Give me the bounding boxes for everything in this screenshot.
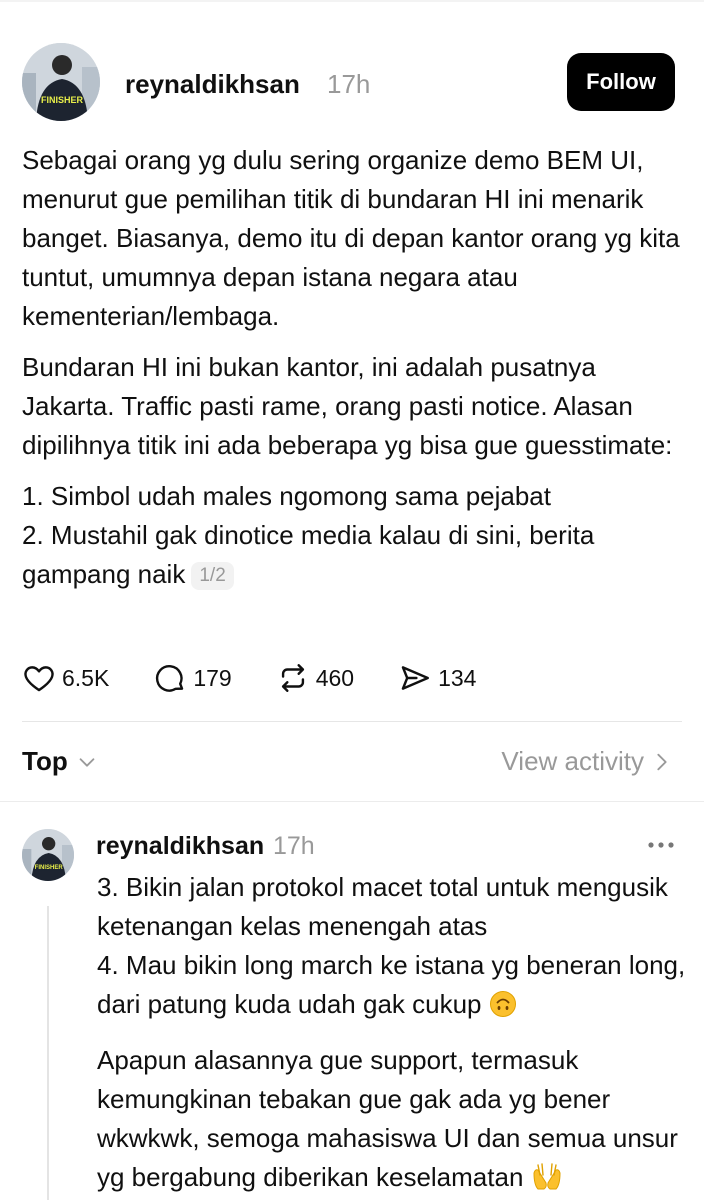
- post-header: FINISHER reynaldikhsan 17h Follow: [22, 43, 682, 121]
- list-item-2-text: 2. Mustahil gak dinotice media kalau di …: [22, 520, 595, 589]
- reply-username[interactable]: reynaldikhsan: [96, 832, 264, 861]
- divider: [22, 721, 682, 722]
- share-icon: [401, 666, 430, 690]
- avatar[interactable]: FINISHER: [22, 43, 100, 121]
- repost-button[interactable]: 460: [276, 661, 354, 695]
- view-activity-link[interactable]: View activity: [501, 746, 672, 777]
- page-indicator: 1/2: [191, 562, 234, 590]
- like-button[interactable]: 6.5K: [22, 661, 109, 695]
- post-time: 17h: [327, 69, 371, 99]
- reply-list: 3. Bikin jalan protokol macet total untu…: [97, 868, 687, 1029]
- avatar-badge-text: FINISHER: [41, 95, 84, 105]
- share-button[interactable]: 134: [398, 661, 476, 695]
- post-paragraph-1: Sebagai orang yg dulu sering organize de…: [22, 145, 680, 331]
- upside-down-face-icon: [489, 990, 517, 1029]
- palms-up-together-icon: [531, 1163, 563, 1200]
- repost-count: 460: [315, 664, 355, 691]
- post-body: Sebagai orang yg dulu sering organize de…: [22, 141, 682, 594]
- comment-count: 179: [193, 664, 232, 691]
- like-count: 6.5K: [62, 664, 110, 691]
- chevron-right-icon: [657, 753, 667, 770]
- post-list: 1. Simbol udah males ngomong sama pejaba…: [22, 477, 682, 594]
- avatar-image: FINISHER: [22, 829, 74, 881]
- list-item-2: 2. Mustahil gak dinotice media kalau di …: [22, 516, 682, 594]
- reply-avatar[interactable]: FINISHER: [22, 829, 74, 881]
- top-edge: [0, 0, 704, 2]
- more-options-button[interactable]: [646, 833, 676, 857]
- thread-line: [47, 906, 49, 1200]
- comment-button[interactable]: 179: [153, 661, 232, 695]
- divider: [0, 801, 704, 802]
- avatar-badge-text: FINISHER: [35, 865, 64, 871]
- reply-body: 3. Bikin jalan protokol macet total untu…: [97, 868, 687, 1200]
- more-icon: [648, 842, 674, 848]
- reply-paragraph-text: Apapun alasannya gue support, termasuk k…: [97, 1045, 678, 1192]
- username[interactable]: reynaldikhsan: [125, 69, 300, 100]
- reply-list-item-4: 4. Mau bikin long march ke istana yg ben…: [97, 950, 686, 1019]
- reply-paragraph: Apapun alasannya gue support, termasuk k…: [97, 1041, 687, 1200]
- follow-button[interactable]: Follow: [567, 53, 675, 111]
- reply-time: 17h: [273, 832, 315, 860]
- avatar-image: FINISHER: [22, 43, 100, 121]
- post-paragraph-2: Bundaran HI ini bukan kantor, ini adalah…: [22, 352, 673, 460]
- comment-icon: [156, 665, 184, 692]
- action-bar: 6.5K 179 460 134: [22, 658, 520, 698]
- sort-dropdown[interactable]: Top: [22, 746, 98, 777]
- reply-list-item-3: 3. Bikin jalan protokol macet total untu…: [97, 872, 668, 941]
- repost-icon: [281, 664, 304, 692]
- list-item-1: 1. Simbol udah males ngomong sama pejaba…: [22, 481, 551, 511]
- view-activity-label: View activity: [501, 746, 644, 776]
- share-count: 134: [438, 664, 477, 691]
- sort-label: Top: [22, 746, 68, 776]
- replies-sort-row: Top View activity: [22, 742, 682, 786]
- heart-icon: [24, 666, 54, 692]
- chevron-down-icon: [79, 757, 95, 767]
